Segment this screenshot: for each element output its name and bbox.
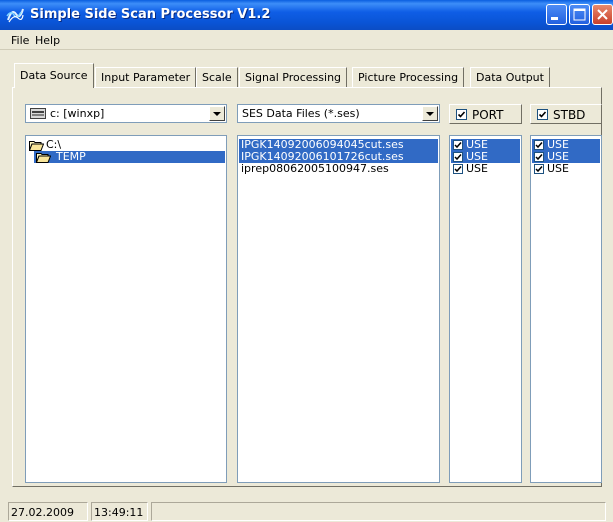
stbd-checkbox[interactable]: STBD: [530, 104, 602, 124]
port-checkbox-box[interactable]: [456, 109, 467, 120]
minimize-icon: [551, 17, 558, 20]
file-item[interactable]: iprep08062005100947.ses: [239, 163, 438, 175]
drive-dropdown-button[interactable]: [209, 106, 225, 121]
folder-list[interactable]: C:\ TEMP: [25, 135, 227, 483]
status-date: 27.02.2009: [11, 506, 74, 519]
open-folder-icon: [36, 153, 51, 163]
menu-bar: File Help: [0, 30, 613, 50]
file-type-dropdown-button[interactable]: [422, 106, 438, 121]
checkmark-icon: [454, 154, 462, 161]
checkmark-icon: [535, 142, 543, 149]
checkmark-icon: [535, 154, 543, 161]
close-button[interactable]: [592, 4, 613, 25]
use-label: USE: [547, 162, 569, 175]
port-label: PORT: [472, 108, 504, 122]
tab-picture-processing[interactable]: Picture Processing: [352, 67, 465, 87]
file-type-select-value: SES Data Files (*.ses): [242, 107, 360, 120]
port-use-item[interactable]: USE: [451, 163, 520, 175]
maximize-icon: [573, 8, 586, 21]
file-type-select[interactable]: SES Data Files (*.ses): [237, 104, 440, 123]
stbd-use-checkbox[interactable]: [534, 164, 544, 174]
file-list[interactable]: IPGK14092006094045cut.ses IPGK1409200610…: [237, 135, 440, 483]
stbd-use-checkbox[interactable]: [534, 140, 544, 150]
menu-file[interactable]: File: [11, 34, 29, 47]
file-name: iprep08062005100947.ses: [241, 162, 389, 175]
stbd-checkbox-box[interactable]: [537, 109, 548, 120]
stbd-use-list[interactable]: USE USE USE: [530, 135, 602, 483]
chevron-down-icon: [426, 112, 434, 116]
checkmark-icon: [454, 166, 462, 173]
use-label: USE: [466, 162, 488, 175]
folder-label: TEMP: [56, 150, 86, 163]
checkmark-icon: [538, 111, 547, 118]
tab-scale[interactable]: Scale: [196, 67, 238, 87]
drive-select-value: c: [winxp]: [50, 107, 105, 120]
minimize-button[interactable]: [546, 4, 567, 25]
port-checkbox[interactable]: PORT: [449, 104, 522, 124]
port-use-list[interactable]: USE USE USE: [449, 135, 522, 483]
drive-select[interactable]: c: [winxp]: [25, 104, 227, 123]
port-use-checkbox[interactable]: [453, 140, 463, 150]
tab-data-source[interactable]: Data Source: [14, 63, 94, 88]
stbd-label: STBD: [553, 108, 586, 122]
status-time: 13:49:11: [94, 506, 144, 519]
menu-help[interactable]: Help: [35, 34, 60, 47]
checkmark-icon: [457, 111, 466, 118]
checkmark-icon: [454, 142, 462, 149]
tab-data-output[interactable]: Data Output: [470, 67, 550, 87]
status-date-pane: 27.02.2009: [8, 502, 88, 521]
checkmark-icon: [535, 166, 543, 173]
stbd-use-checkbox[interactable]: [534, 152, 544, 162]
stbd-use-item[interactable]: USE: [532, 163, 600, 175]
folder-item-temp[interactable]: TEMP: [34, 151, 225, 163]
status-bar: 27.02.2009 13:49:11: [0, 500, 613, 522]
status-time-pane: 13:49:11: [91, 502, 148, 521]
drive-icon: [30, 108, 46, 119]
close-icon: [597, 9, 608, 20]
chevron-down-icon: [213, 112, 221, 116]
status-message-pane: [151, 502, 606, 521]
port-use-checkbox[interactable]: [453, 164, 463, 174]
tab-input-parameter[interactable]: Input Parameter: [95, 67, 197, 87]
open-folder-icon: [29, 141, 44, 151]
tab-signal-processing[interactable]: Signal Processing: [239, 67, 348, 87]
app-icon: [6, 8, 24, 23]
title-bar[interactable]: Simple Side Scan Processor V1.2: [0, 0, 613, 30]
port-use-checkbox[interactable]: [453, 152, 463, 162]
window-title: Simple Side Scan Processor V1.2: [30, 7, 271, 22]
maximize-button[interactable]: [569, 4, 590, 25]
